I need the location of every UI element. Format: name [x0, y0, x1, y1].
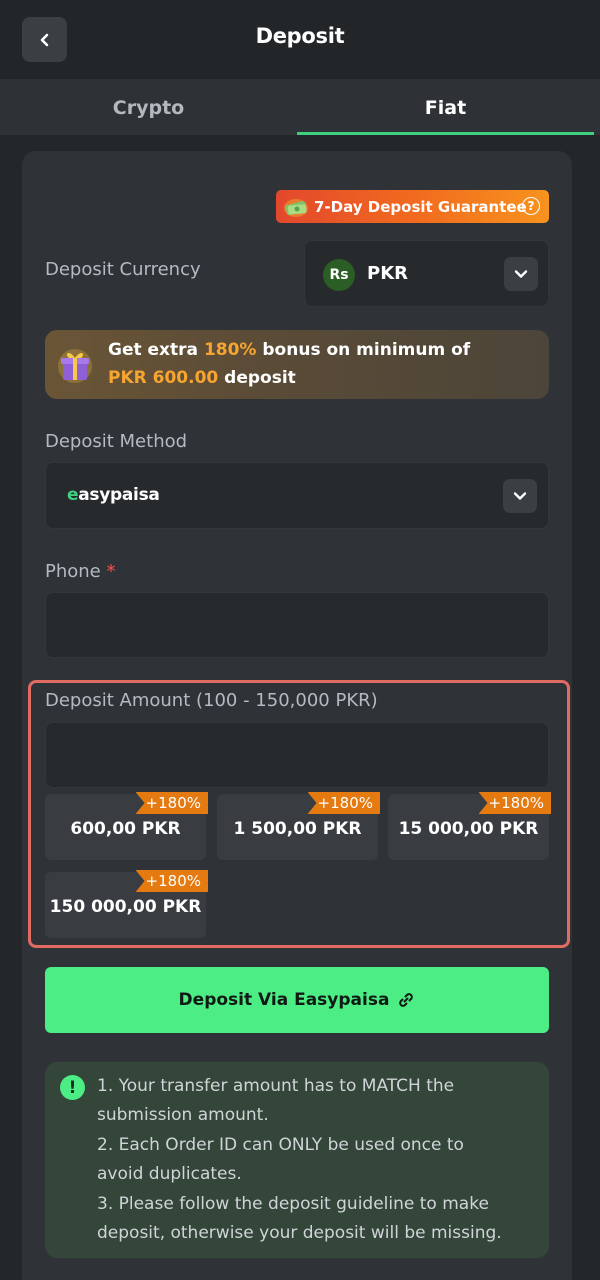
deposit-notice: ! 1. Your transfer amount has to MATCH t… [45, 1062, 549, 1258]
top-bar: Deposit [0, 0, 600, 80]
amount-label: Deposit Amount (100 - 150,000 PKR) [45, 690, 378, 711]
notice-line: deposit, otherwise your deposit will be … [97, 1223, 502, 1243]
preset-amount-15000[interactable]: +180% 15 000,00 PKR [388, 792, 551, 860]
preset-amount-label: 600,00 PKR [70, 819, 181, 839]
currency-select[interactable]: Rs PKR [304, 240, 549, 307]
deposit-guarantee-badge[interactable]: 7-Day Deposit Guarantee ? [276, 190, 549, 223]
method-label: Deposit Method [45, 431, 188, 452]
preset-amount-150000[interactable]: +180% 150 000,00 PKR [45, 870, 208, 938]
exclamation-icon: ! [60, 1075, 85, 1100]
bonus-tag: +180% [307, 792, 380, 814]
preset-amount-label: 1 500,00 PKR [233, 819, 362, 839]
bonus-prefix: Get extra [108, 340, 204, 360]
bonus-tag: +180% [135, 792, 208, 814]
easypaisa-logo-text: asypaisa [78, 485, 160, 505]
help-icon[interactable]: ? [522, 197, 540, 215]
currency-dropdown-toggle[interactable] [504, 257, 538, 291]
tab-fiat[interactable]: Fiat [297, 80, 594, 135]
page-title: Deposit [255, 24, 345, 48]
money-stack-icon [284, 198, 308, 217]
phone-label: Phone * [45, 561, 116, 582]
deposit-button-label: Deposit Via Easypaisa [178, 990, 390, 1010]
currency-value: PKR [367, 263, 409, 284]
chevron-down-icon [514, 270, 528, 278]
bonus-line-2: PKR 600.00 deposit [108, 368, 296, 388]
notice-line: 1. Your transfer amount has to MATCH the [97, 1076, 455, 1096]
bonus-suffix: deposit [218, 368, 296, 388]
gift-icon [58, 349, 92, 383]
required-mark: * [106, 561, 116, 582]
tab-crypto[interactable]: Crypto [0, 80, 297, 135]
currency-label: Deposit Currency [45, 259, 201, 280]
preset-amount-label: 150 000,00 PKR [49, 897, 202, 917]
notice-line: submission amount. [97, 1105, 269, 1125]
notice-line: 2. Each Order ID can ONLY be used once t… [97, 1135, 464, 1155]
preset-amount-1500[interactable]: +180% 1 500,00 PKR [217, 792, 380, 860]
phone-label-text: Phone [45, 561, 101, 582]
notice-line: avoid duplicates. [97, 1164, 242, 1184]
method-dropdown-toggle[interactable] [503, 479, 537, 513]
tab-bar: Crypto Fiat [0, 80, 600, 135]
deposit-method-select[interactable]: easypaisa [45, 462, 549, 529]
preset-amount-label: 15 000,00 PKR [398, 819, 539, 839]
deposit-via-easypaisa-button[interactable]: Deposit Via Easypaisa [45, 967, 549, 1033]
phone-input[interactable] [45, 592, 549, 658]
rupee-currency-icon: Rs [323, 259, 355, 291]
bonus-line-1: Get extra 180% bonus on minimum of [108, 340, 470, 360]
link-icon [399, 993, 414, 1007]
easypaisa-logo: easypaisa [67, 485, 160, 505]
chevron-down-icon [513, 492, 527, 500]
bonus-tag: +180% [478, 792, 551, 814]
preset-amount-600[interactable]: +180% 600,00 PKR [45, 792, 208, 860]
guarantee-label: 7-Day Deposit Guarantee [314, 197, 527, 216]
bonus-middle: bonus on minimum of [256, 340, 471, 360]
notice-line: 3. Please follow the deposit guideline t… [97, 1194, 489, 1214]
bonus-minimum-amount: PKR 600.00 [108, 368, 219, 388]
amount-input[interactable] [45, 722, 549, 788]
bonus-percent: 180% [203, 340, 257, 360]
easypaisa-logo-e: e [67, 485, 79, 505]
bonus-banner: Get extra 180% bonus on minimum of PKR 6… [45, 330, 549, 399]
bonus-tag: +180% [135, 870, 208, 892]
